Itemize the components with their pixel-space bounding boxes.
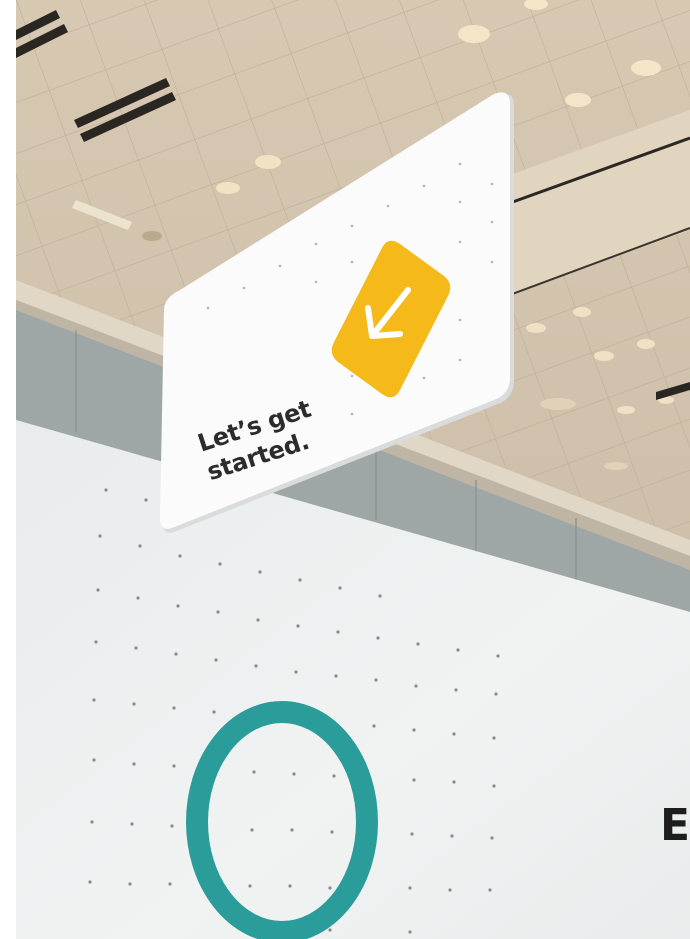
photo: Let’s get started. Ex — [16, 0, 690, 939]
wall-text: Ex — [660, 800, 690, 851]
scene — [16, 0, 690, 939]
